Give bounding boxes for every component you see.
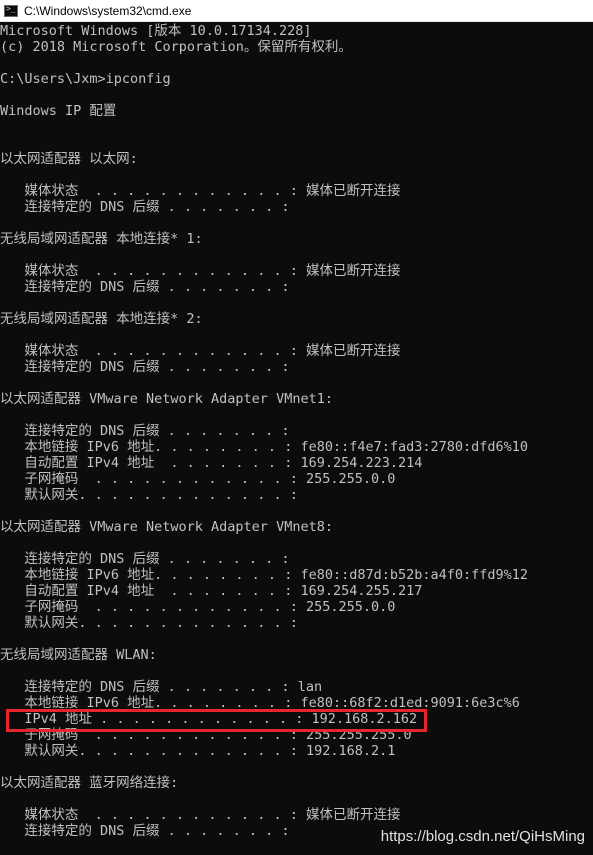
window-title: C:\Windows\system32\cmd.exe [24,3,192,18]
console-line: 本地链接 IPv6 地址. . . . . . . . : fe80::d87d… [0,567,529,583]
console-line: 媒体状态 . . . . . . . . . . . . : 媒体已断开连接 [0,263,401,279]
console-line: C:\Users\Jxm>ipconfig [0,71,171,87]
console-line: 媒体状态 . . . . . . . . . . . . : 媒体已断开连接 [0,183,401,199]
console-line: 子网掩码 . . . . . . . . . . . . : 255.255.0… [0,599,396,615]
console-line: 自动配置 IPv4 地址 . . . . . . . : 169.254.255… [0,583,423,599]
console-line: 以太网适配器 蓝牙网络连接: [0,775,179,791]
console-line: 连接特定的 DNS 后缀 . . . . . . . : [0,423,290,439]
console-line: 默认网关. . . . . . . . . . . . . : 192.168.… [0,743,396,759]
console-line: 媒体状态 . . . . . . . . . . . . : 媒体已断开连接 [0,343,401,359]
console-line: 默认网关. . . . . . . . . . . . . : [0,487,298,503]
cmd-window: >_ C:\Windows\system32\cmd.exe Microsoft… [0,0,593,855]
console-line: 媒体状态 . . . . . . . . . . . . : 媒体已断开连接 [0,807,401,823]
console-line: 以太网适配器 VMware Network Adapter VMnet8: [0,519,333,535]
console-line: 自动配置 IPv4 地址 . . . . . . . : 169.254.223… [0,455,423,471]
console-line: 默认网关. . . . . . . . . . . . . : [0,615,298,631]
cmd-icon-glyph: >_ [6,3,16,13]
console-line: 子网掩码 . . . . . . . . . . . . : 255.255.0… [0,471,396,487]
watermark: https://blog.csdn.net/QiHsMing [380,828,585,845]
console-line: 连接特定的 DNS 后缀 . . . . . . . : [0,199,290,215]
console-line: 以太网适配器 VMware Network Adapter VMnet1: [0,391,333,407]
console-line: IPv4 地址 . . . . . . . . . . . . : 192.16… [0,711,418,727]
console-line: Microsoft Windows [版本 10.0.17134.228] [0,23,312,39]
console-line: 连接特定的 DNS 后缀 . . . . . . . : [0,551,290,567]
console-output[interactable]: Microsoft Windows [版本 10.0.17134.228] (c)… [0,23,593,855]
console-line: 无线局域网适配器 本地连接* 1: [0,231,203,247]
console-line: 本地链接 IPv6 地址. . . . . . . . : fe80::68f2… [0,695,520,711]
console-line: (c) 2018 Microsoft Corporation。保留所有权利。 [0,39,352,55]
console-line: 子网掩码 . . . . . . . . . . . . : 255.255.2… [0,727,412,743]
console-line: 本地链接 IPv6 地址. . . . . . . . : fe80::f4e7… [0,439,529,455]
console-line: 连接特定的 DNS 后缀 . . . . . . . : lan [0,679,323,695]
console-line: 无线局域网适配器 WLAN: [0,647,157,663]
console-line: 以太网适配器 以太网: [0,151,138,167]
console-line: 连接特定的 DNS 后缀 . . . . . . . : [0,823,290,839]
console-line: Windows IP 配置 [0,103,117,119]
console-line: 连接特定的 DNS 后缀 . . . . . . . : [0,279,290,295]
cmd-icon: >_ [4,3,18,17]
title-bar[interactable]: >_ C:\Windows\system32\cmd.exe [0,0,593,22]
console-line: 连接特定的 DNS 后缀 . . . . . . . : [0,359,290,375]
console-line: 无线局域网适配器 本地连接* 2: [0,311,203,327]
